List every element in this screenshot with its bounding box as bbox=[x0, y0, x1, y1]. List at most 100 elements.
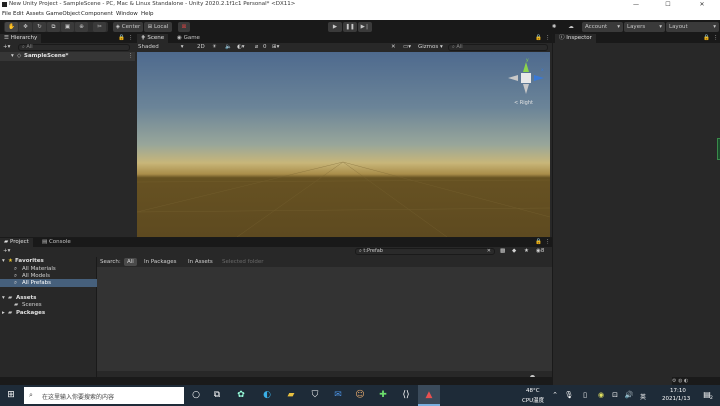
avatar-app-icon[interactable]: ☺ bbox=[353, 388, 367, 402]
menu-edit[interactable]: Edit bbox=[13, 11, 24, 17]
panel-menu-icon[interactable]: ⋮ bbox=[545, 35, 551, 41]
play-button[interactable]: ▶ bbox=[328, 22, 342, 32]
search-by-label-icon[interactable]: ◆ bbox=[512, 248, 516, 254]
tray-app-icon-2[interactable]: ◉ bbox=[594, 388, 608, 402]
network-icon[interactable]: ⊡ bbox=[608, 388, 622, 402]
assets-folder[interactable]: Assets bbox=[16, 295, 36, 301]
project-search-input[interactable]: ⌕ t:Prefab ✕ bbox=[355, 248, 495, 255]
pinned-app-icon[interactable]: ✿ bbox=[234, 388, 248, 402]
lock-icon[interactable]: 🔒 bbox=[535, 35, 542, 41]
tab-game[interactable]: ◉ Game bbox=[173, 34, 204, 43]
pivot-toggle[interactable]: ◈ Center bbox=[113, 22, 143, 32]
project-content-area[interactable] bbox=[97, 267, 552, 371]
scene-item-menu-icon[interactable]: ⋮ bbox=[128, 53, 134, 59]
hidden-objects-icon[interactable]: ⌀ bbox=[255, 44, 258, 50]
tab-project[interactable]: ▰ Project bbox=[0, 238, 33, 247]
minimize-button[interactable]: — bbox=[624, 0, 648, 10]
step-button[interactable]: ▶❘ bbox=[358, 22, 372, 32]
mail-icon[interactable]: ✉ bbox=[331, 388, 345, 402]
show-hidden-icons-icon[interactable]: ⌃ bbox=[548, 388, 562, 402]
visibility-count[interactable]: 0 bbox=[263, 44, 267, 50]
lock-icon[interactable]: 🔒 bbox=[118, 35, 125, 41]
close-button[interactable]: ✕ bbox=[690, 0, 714, 10]
lighting-toggle-icon[interactable]: ☀ bbox=[212, 44, 217, 50]
grid-snap-icon[interactable]: ⊠ bbox=[178, 22, 190, 32]
favorite-star-icon[interactable]: ★ bbox=[524, 248, 529, 254]
task-view-icon[interactable]: ⧉ bbox=[210, 388, 224, 402]
pause-button[interactable]: ❚❚ bbox=[343, 22, 357, 32]
menu-file[interactable]: File bbox=[2, 11, 11, 17]
ime-language[interactable]: 英 bbox=[640, 392, 646, 401]
unity-taskbar-app[interactable]: ▲ bbox=[418, 385, 440, 406]
vscode-icon[interactable]: ⟨⟩ bbox=[399, 388, 413, 402]
2d-toggle[interactable]: 2D bbox=[197, 44, 205, 50]
scene-viewport[interactable]: y x < Right bbox=[137, 52, 550, 237]
hierarchy-search-input[interactable]: ⌕ All bbox=[18, 44, 130, 51]
hidden-packages-toggle[interactable]: ◉8 bbox=[536, 248, 544, 254]
lock-icon[interactable]: 🔒 bbox=[703, 35, 710, 41]
search-by-type-icon[interactable]: ▩ bbox=[500, 248, 505, 254]
microphone-icon[interactable]: 🎙 bbox=[562, 388, 576, 402]
clock-time[interactable]: 17:10 bbox=[670, 388, 686, 394]
menu-gameobject[interactable]: GameObject bbox=[46, 11, 80, 17]
tab-scene[interactable]: ⋕ Scene bbox=[137, 34, 169, 43]
cloud-icon[interactable]: ☁ bbox=[565, 22, 577, 32]
maximize-button[interactable]: ☐ bbox=[656, 0, 680, 10]
tab-console[interactable]: ▤ Console bbox=[38, 238, 75, 247]
panel-menu-icon[interactable]: ⋮ bbox=[545, 239, 551, 245]
hand-tool-icon[interactable]: ✋ bbox=[5, 22, 18, 32]
menu-help[interactable]: Help bbox=[141, 11, 154, 17]
expand-arrow-icon[interactable]: ▾ bbox=[11, 53, 14, 59]
fav-all-prefabs-row[interactable]: ⌕ All Prefabs bbox=[0, 279, 97, 287]
progress-icon[interactable]: ⚙ ◍ ◐ bbox=[672, 378, 688, 384]
shading-mode-dropdown[interactable]: Shaded ▾ bbox=[138, 44, 183, 50]
collapse-arrow-icon[interactable]: ▸ bbox=[2, 310, 5, 316]
volume-icon[interactable]: 🔊 bbox=[622, 388, 636, 402]
scene-orientation-gizmo[interactable]: y x < Right bbox=[504, 58, 548, 110]
hierarchy-scene-row[interactable]: ▾ ◇ SampleScene* ⋮ bbox=[0, 52, 135, 61]
menu-assets[interactable]: Assets bbox=[26, 11, 44, 17]
panel-menu-icon[interactable]: ⋮ bbox=[128, 35, 134, 41]
file-explorer-icon[interactable]: ▰ bbox=[284, 388, 298, 402]
store-icon[interactable]: ⛉ bbox=[308, 388, 322, 402]
move-tool-icon[interactable]: ✥ bbox=[19, 22, 32, 32]
scene-search-input[interactable]: ⌕ All bbox=[448, 44, 548, 51]
scope-assets-button[interactable]: In Assets bbox=[188, 259, 213, 265]
layout-dropdown[interactable]: Layout ▾ bbox=[666, 22, 719, 32]
fav-all-materials[interactable]: All Materials bbox=[22, 266, 56, 272]
space-toggle[interactable]: ⊞ Local bbox=[144, 22, 172, 32]
expand-arrow-icon[interactable]: ▾ bbox=[2, 258, 5, 264]
scenes-folder[interactable]: Scenes bbox=[22, 302, 42, 308]
menu-window[interactable]: Window bbox=[116, 11, 138, 17]
gizmos-dropdown[interactable]: Gizmos ▾ bbox=[418, 44, 443, 50]
scope-packages-button[interactable]: In Packages bbox=[144, 259, 177, 265]
taskbar-search-box[interactable]: ⌕ 在这里输入你要搜索的内容 bbox=[24, 387, 184, 404]
custom-tool-icon[interactable]: ✂ bbox=[93, 22, 106, 32]
layers-dropdown[interactable]: Layers ▾ bbox=[624, 22, 665, 32]
rotate-tool-icon[interactable]: ↻ bbox=[33, 22, 46, 32]
edge-browser-icon[interactable]: ◐ bbox=[260, 388, 274, 402]
clear-search-icon[interactable]: ✕ bbox=[487, 249, 491, 254]
tab-inspector[interactable]: ⓘ Inspector bbox=[555, 34, 596, 43]
tab-hierarchy[interactable]: ☰ Hierarchy bbox=[0, 34, 42, 43]
favorites-label[interactable]: Favorites bbox=[15, 258, 44, 264]
rect-tool-icon[interactable]: ▣ bbox=[61, 22, 74, 32]
account-dropdown[interactable]: Account ▾ bbox=[582, 22, 623, 32]
clock-date[interactable]: 2021/1/13 bbox=[662, 396, 690, 402]
add-object-button[interactable]: +▾ bbox=[3, 44, 10, 50]
colorful-app-icon[interactable]: ✚ bbox=[376, 388, 390, 402]
collab-icon[interactable]: ✺ bbox=[548, 22, 560, 32]
menu-component[interactable]: Component bbox=[81, 11, 113, 17]
cortana-icon[interactable]: ○ bbox=[189, 388, 203, 402]
grid-toggle-icon[interactable]: ⊞▾ bbox=[272, 44, 279, 50]
transform-tool-icon[interactable]: ⊕ bbox=[75, 22, 88, 32]
audio-toggle-icon[interactable]: 🔈 bbox=[225, 44, 232, 50]
scale-tool-icon[interactable]: ⧉ bbox=[47, 22, 60, 32]
tray-app-icon[interactable]: ▯ bbox=[578, 388, 592, 402]
lock-icon[interactable]: 🔒 bbox=[535, 239, 542, 245]
weather-temp[interactable]: 48°C bbox=[526, 388, 540, 394]
camera-settings-icon[interactable]: ▭▾ bbox=[403, 44, 411, 50]
scope-all-button[interactable]: All bbox=[124, 258, 137, 266]
panel-menu-icon[interactable]: ⋮ bbox=[713, 35, 719, 41]
effects-dropdown-icon[interactable]: ◐▾ bbox=[237, 44, 245, 50]
